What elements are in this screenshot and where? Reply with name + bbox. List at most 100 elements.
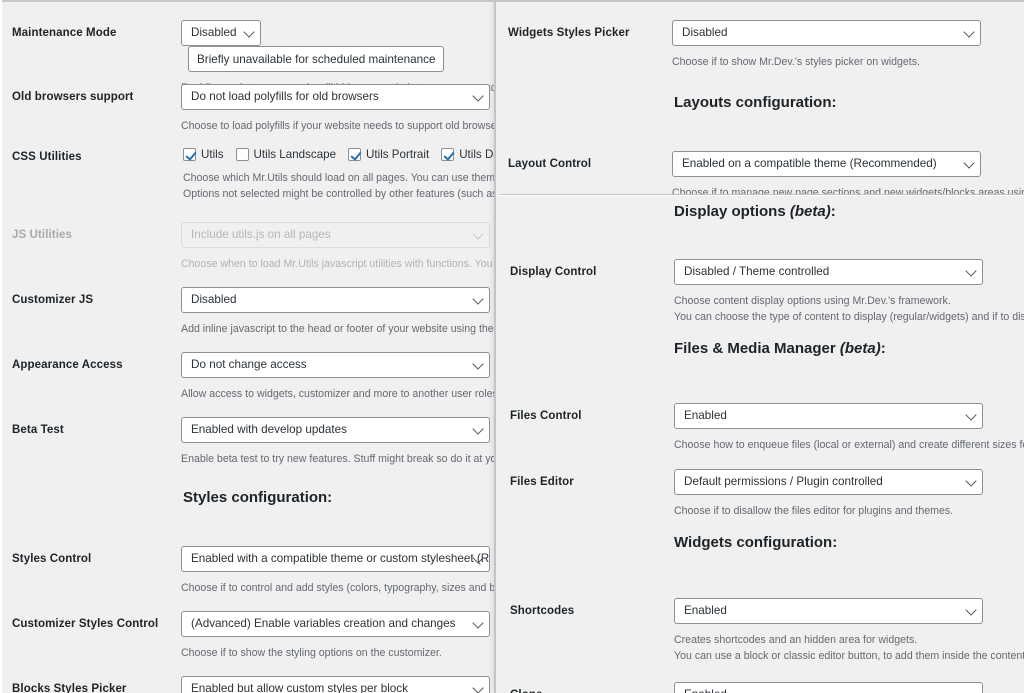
row-label-blocks-styles-picker: Blocks Styles Picker <box>12 683 127 693</box>
checkbox-label-utils-desktop: Utils Desktop <box>459 148 496 161</box>
layout-control-select[interactable]: Enabled on a compatible theme (Recommend… <box>672 151 981 177</box>
chevron-down-icon <box>472 228 484 240</box>
row-label-shortcodes: Shortcodes <box>510 605 575 617</box>
row-label-css-utilities: CSS Utilities <box>12 151 82 163</box>
settings-panel-left: Maintenance Mode Disabled Briefly unavai… <box>0 0 496 693</box>
beta-test-select-value: Enabled with develop updates <box>191 423 347 436</box>
checkbox-utils[interactable] <box>183 148 196 161</box>
row-label-old-browsers-support: Old browsers support <box>12 91 134 103</box>
row-label-maintenance-mode: Maintenance Mode <box>12 27 117 39</box>
checkbox-label-utils-portrait: Utils Portrait <box>366 148 430 161</box>
section-title-display-options-text: Display options <box>674 203 790 220</box>
row-label-js-utilities: JS Utilities <box>12 229 72 241</box>
checkbox-label-utils: Utils <box>201 148 224 161</box>
old-browsers-support-select[interactable]: Do not load polyfills for old browsers <box>181 84 490 110</box>
row-label-styles-control: Styles Control <box>12 553 92 565</box>
row-label-files-editor: Files Editor <box>510 476 574 488</box>
section-title-styles-configuration: Styles configuration: <box>183 489 332 506</box>
maintenance-message-value: Briefly unavailable for scheduled mainte… <box>197 52 436 66</box>
section-title-widgets-configuration-text: Widgets configuration: <box>674 534 838 551</box>
customizer-styles-control-description: Choose if to show the styling options on… <box>181 647 442 659</box>
maintenance-mode-select-value: Disabled <box>191 26 237 39</box>
customizer-styles-control-select[interactable]: (Advanced) Enable variables creation and… <box>181 611 490 637</box>
section-title-files-media-manager-beta: (beta) <box>839 340 881 357</box>
section-title-layouts-configuration: Layouts configuration: <box>674 94 837 111</box>
display-control-select[interactable]: Disabled / Theme controlled <box>674 259 983 285</box>
row-label-appearance-access: Appearance Access <box>12 359 123 371</box>
checkbox-utils-desktop[interactable] <box>441 148 455 161</box>
display-control-description-1: Choose content display options using Mr.… <box>674 295 951 307</box>
display-control-description-2: You can choose the type of content to di… <box>674 311 1024 323</box>
old-browsers-support-description: Choose to load polyfills if your website… <box>181 120 496 132</box>
clone-select[interactable]: Enabled <box>674 682 983 693</box>
row-label-layout-control: Layout Control <box>508 158 592 170</box>
beta-test-select[interactable]: Enabled with develop updates <box>181 417 490 443</box>
checkbox-label-utils-landscape: Utils Landscape <box>253 148 337 161</box>
css-utilities-checkbox-group: Utils Utils Landscape Utils Portrait Uti… <box>183 148 496 161</box>
appearance-access-select-value: Do not change access <box>191 358 307 371</box>
section-title-display-options: Display options (beta): <box>674 203 836 220</box>
appearance-access-select[interactable]: Do not change access <box>181 352 490 378</box>
section-title-layouts-configuration-text: Layouts configuration: <box>674 94 837 111</box>
screenshot-root: Maintenance Mode Disabled Briefly unavai… <box>0 0 1024 693</box>
appearance-access-description: Allow access to widgets, customizer and … <box>181 388 496 400</box>
files-editor-select[interactable]: Default permissions / Plugin controlled <box>674 469 983 495</box>
display-control-select-value: Disabled / Theme controlled <box>684 265 830 278</box>
chevron-down-icon <box>472 423 484 435</box>
section-title-files-media-manager-text: Files & Media Manager <box>674 340 840 357</box>
section-title-display-options-suffix: : <box>830 203 836 220</box>
row-label-display-control: Display Control <box>510 266 597 278</box>
chevron-down-icon <box>965 475 977 487</box>
checkbox-utils-landscape[interactable] <box>235 148 249 161</box>
chevron-down-icon <box>965 604 977 616</box>
window-left-edge <box>0 0 2 693</box>
shortcodes-select[interactable]: Enabled <box>674 598 983 624</box>
chevron-down-icon <box>965 265 977 277</box>
js-utilities-select-value: Include utils.js on all pages <box>191 228 331 241</box>
checkbox-item-utils-landscape[interactable]: Utils Landscape <box>235 148 337 161</box>
section-title-widgets-configuration: Widgets configuration: <box>674 534 837 551</box>
blocks-styles-picker-select-value: Enabled but allow custom styles per bloc… <box>191 682 408 693</box>
customizer-js-select[interactable]: Disabled <box>181 287 490 313</box>
shortcodes-description-2: You can use a block or classic editor bu… <box>674 650 1024 662</box>
files-control-select-value: Enabled <box>684 409 727 422</box>
chevron-down-icon <box>963 157 975 169</box>
chevron-down-icon <box>472 358 484 370</box>
section-title-files-media-manager-suffix: : <box>880 340 886 357</box>
checkbox-item-utils-portrait[interactable]: Utils Portrait <box>348 148 429 161</box>
chevron-down-icon <box>472 617 484 629</box>
chevron-down-icon <box>472 682 484 693</box>
customizer-styles-control-select-value: (Advanced) Enable variables creation and… <box>191 617 456 630</box>
settings-panel-right-bottom-sheet: Display options (beta): Display Control … <box>496 196 1024 693</box>
widgets-styles-picker-select[interactable]: Disabled <box>672 20 981 46</box>
checkbox-utils-portrait[interactable] <box>348 148 362 161</box>
section-title-display-options-beta: (beta) <box>789 203 831 220</box>
row-label-customizer-js: Customizer JS <box>12 294 94 306</box>
settings-panel-right-top-sheet: Widgets Styles Picker Disabled Choose if… <box>500 2 1024 195</box>
section-title-styles-configuration-text: Styles configuration: <box>183 489 333 506</box>
chevron-down-icon <box>472 293 484 305</box>
old-browsers-support-select-value: Do not load polyfills for old browsers <box>191 90 379 103</box>
section-title-files-media-manager: Files & Media Manager (beta): <box>674 340 886 357</box>
files-control-select[interactable]: Enabled <box>674 403 983 429</box>
customizer-js-select-value: Disabled <box>191 293 237 306</box>
layout-control-description: Choose if to manage new page sections an… <box>672 187 1024 195</box>
row-label-beta-test: Beta Test <box>12 424 64 436</box>
styles-control-select-value: Enabled with a compatible theme or custo… <box>191 552 490 565</box>
styles-control-description: Choose if to control and add styles (col… <box>181 582 496 594</box>
maintenance-message-input[interactable]: Briefly unavailable for scheduled mainte… <box>188 46 445 72</box>
styles-control-select[interactable]: Enabled with a compatible theme or custo… <box>181 546 490 572</box>
widgets-styles-picker-select-value: Disabled <box>682 26 728 39</box>
checkbox-item-utils[interactable]: Utils <box>183 148 224 161</box>
checkbox-item-utils-desktop[interactable]: Utils Desktop <box>441 148 496 161</box>
widgets-styles-picker-description: Choose if to show Mr.Dev.'s styles picke… <box>672 56 920 68</box>
row-label-clone: Clone <box>510 688 542 693</box>
blocks-styles-picker-select[interactable]: Enabled but allow custom styles per bloc… <box>181 676 490 693</box>
chevron-down-icon <box>965 688 977 693</box>
layout-control-select-value: Enabled on a compatible theme (Recommend… <box>682 157 937 170</box>
maintenance-mode-select[interactable]: Disabled <box>181 20 262 46</box>
chevron-down-icon <box>963 26 975 38</box>
chevron-down-icon <box>965 409 977 421</box>
row-label-files-control: Files Control <box>510 410 582 422</box>
clone-select-value: Enabled <box>684 683 727 693</box>
